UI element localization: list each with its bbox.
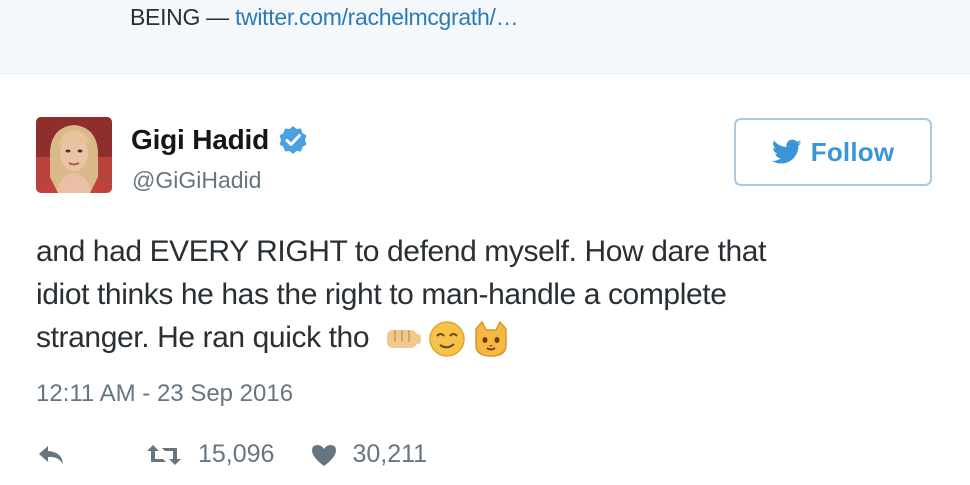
- quoted-tweet-text: BEING — twitter.com/rachelmcgrath/…: [130, 4, 519, 31]
- quoted-link[interactable]: twitter.com/rachelmcgrath/…: [235, 4, 519, 30]
- quoted-tweet-strip[interactable]: BEING — twitter.com/rachelmcgrath/…: [0, 0, 970, 74]
- author-handle[interactable]: @GiGiHadid: [132, 167, 261, 194]
- tweet-text-line: stranger. He ran quick tho: [36, 321, 370, 354]
- tweet-text-line: idiot thinks he has the right to man-han…: [36, 278, 727, 311]
- emoji-row: [383, 319, 515, 359]
- retweet-icon: [147, 444, 181, 465]
- avatar[interactable]: [36, 117, 112, 193]
- tweet-text-line: and had EVERY RIGHT to defend myself. Ho…: [36, 235, 767, 268]
- twitter-bird-icon: [771, 139, 802, 165]
- follow-label: Follow: [810, 136, 895, 167]
- fist-emoji-icon: [387, 330, 422, 349]
- like-button[interactable]: 30,211: [310, 440, 427, 469]
- quoted-prefix: BEING —: [130, 4, 235, 30]
- cat-face-icon: [475, 320, 507, 357]
- author-display-name[interactable]: Gigi Hadid: [131, 124, 269, 156]
- follow-button[interactable]: Follow: [734, 118, 932, 186]
- tweet-text-line-last: stranger. He ran quick tho: [36, 316, 936, 359]
- relieved-face-icon: [429, 321, 465, 357]
- verified-badge-icon: [278, 125, 308, 155]
- reply-icon: [39, 445, 63, 464]
- tweet-actions: 15,096 30,211: [36, 440, 427, 469]
- author-name-row[interactable]: Gigi Hadid: [131, 124, 308, 156]
- tweet-text: and had EVERY RIGHT to defend myself. Ho…: [36, 230, 936, 359]
- retweet-button[interactable]: 15,096: [146, 440, 274, 469]
- retweet-count: 15,096: [198, 440, 275, 468]
- reply-button[interactable]: [36, 443, 76, 467]
- tweet-timestamp[interactable]: 12:11 AM - 23 Sep 2016: [36, 380, 293, 408]
- like-count: 30,211: [352, 440, 428, 468]
- heart-icon: [312, 444, 337, 466]
